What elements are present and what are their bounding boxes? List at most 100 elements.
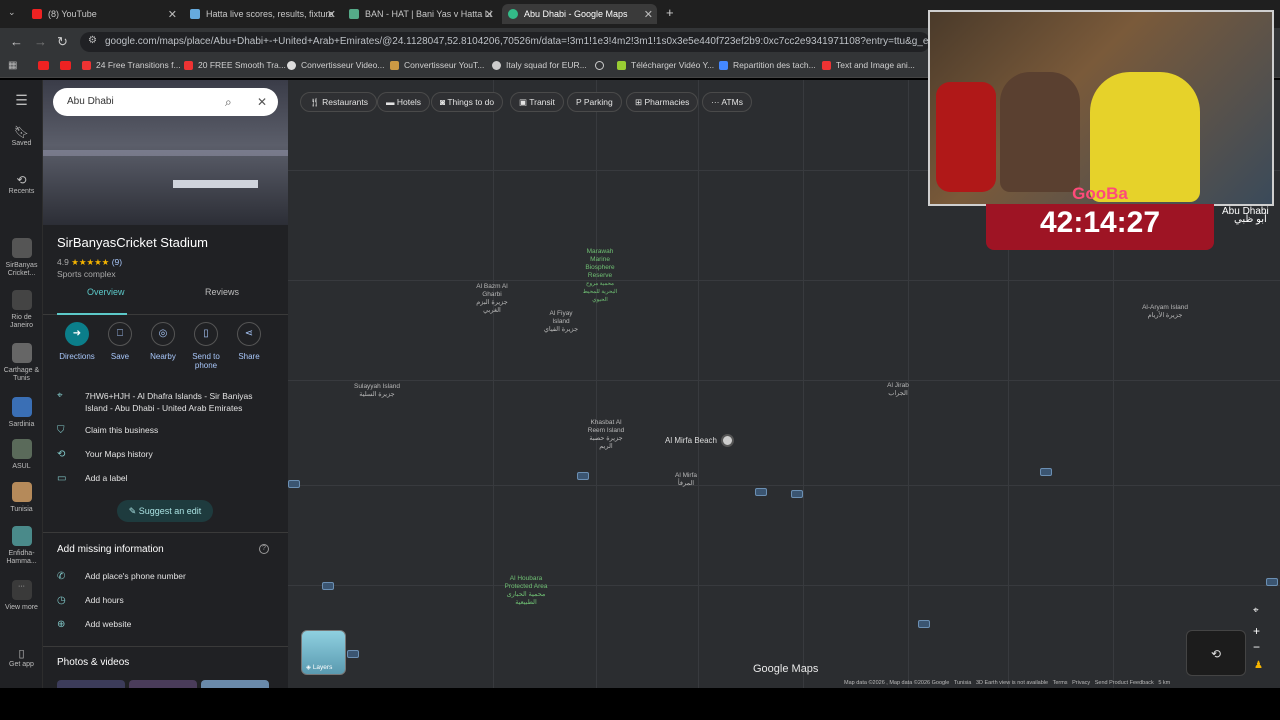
- rail-recents[interactable]: ⟲ Recents: [0, 174, 43, 196]
- map-label-sulayyah[interactable]: Sulayyah Island جزيرة السلية: [352, 383, 402, 399]
- back-arrow-icon[interactable]: ←: [10, 34, 23, 49]
- bookmark-item[interactable]: Italy squad for EUR...: [492, 60, 587, 70]
- photo-thumbnail[interactable]: [201, 680, 269, 688]
- bookmark-item[interactable]: Repartition des tach...: [719, 60, 816, 70]
- maps-history-row[interactable]: ⟲ Your Maps history: [57, 449, 277, 460]
- bookmark-item[interactable]: Convertisseur YouT...: [390, 60, 484, 70]
- layers-button[interactable]: ◈ Layers: [301, 630, 346, 675]
- rail-recent-place[interactable]: ASUL: [0, 439, 43, 471]
- send-to-phone-button[interactable]: ▯ Send to phone: [186, 322, 226, 370]
- rail-recent-place[interactable]: Rio de Janeiro: [0, 290, 43, 330]
- chip-things-to-do[interactable]: ◙ Things to do: [431, 92, 504, 112]
- rail-recent-place[interactable]: Carthage & Tunis: [0, 343, 43, 383]
- chip-restaurants[interactable]: 🍴︎ Restaurants: [300, 92, 377, 112]
- label-text: Sulayyah Island: [354, 383, 400, 390]
- street-view-pegman-icon[interactable]: ♟: [1254, 660, 1263, 671]
- chip-pharmacies[interactable]: ⊞ Pharmacies: [626, 92, 699, 112]
- apps-grid-icon[interactable]: ▦: [8, 60, 17, 71]
- youtube-bookmark-icon[interactable]: [38, 61, 49, 70]
- share-button[interactable]: ⋖ Share: [229, 322, 269, 361]
- phone-icon: ▯: [18, 648, 25, 660]
- road-shield-icon: [347, 650, 359, 658]
- more-dots-icon: ···: [11, 580, 32, 600]
- my-location-icon[interactable]: ⌖: [1253, 605, 1259, 616]
- rail-recent-place[interactable]: Enfidha-Hamma...: [0, 526, 43, 566]
- url-text: google.com/maps/place/Abu+Dhabi+-+United…: [105, 36, 930, 47]
- rail-view-more[interactable]: ··· View more: [0, 580, 43, 612]
- close-tab-icon[interactable]: ✕: [327, 8, 336, 21]
- photo-thumbnail[interactable]: [57, 680, 125, 688]
- map-label-al-fiyay[interactable]: Al Fiyay Island جزيرة الفياي: [540, 310, 582, 334]
- reload-icon[interactable]: ↻: [57, 34, 68, 50]
- add-hours-row[interactable]: ◷ Add hours: [57, 595, 277, 606]
- rail-get-app[interactable]: ▯ Get app: [0, 648, 43, 669]
- map-place-pin-icon[interactable]: [721, 434, 734, 447]
- bookmark-item[interactable]: 20 FREE Smooth Tra...: [184, 60, 286, 70]
- directions-button[interactable]: ➜ Directions: [57, 322, 97, 361]
- close-icon[interactable]: ✕: [257, 88, 267, 116]
- tab-reviews[interactable]: Reviews: [205, 287, 239, 297]
- search-input[interactable]: Abu Dhabi ⌕ ✕: [53, 88, 278, 116]
- rotate-view-icon[interactable]: ⟲: [1186, 630, 1246, 676]
- zoom-in-icon[interactable]: +: [1253, 624, 1260, 638]
- chip-hotels[interactable]: ▬ Hotels: [377, 92, 430, 112]
- globe-bookmark-icon[interactable]: [595, 61, 604, 70]
- help-icon[interactable]: ?: [259, 544, 269, 554]
- chip-atms[interactable]: ··· ATMs: [702, 92, 752, 112]
- tab-overview[interactable]: Overview: [87, 287, 125, 297]
- save-button[interactable]: ⎕ Save: [100, 322, 140, 361]
- rail-recent-place[interactable]: SirBanyas Cricket...: [0, 238, 43, 278]
- bookmark-label: Convertisseur Video...: [301, 60, 385, 70]
- chip-transit[interactable]: ▣ Transit: [510, 92, 564, 112]
- close-tab-icon[interactable]: ✕: [168, 8, 177, 21]
- suggest-edit-button[interactable]: ✎ Suggest an edit: [117, 500, 213, 522]
- map-label-khasbat[interactable]: Khasbat Al Reem Island جزيرة حصبة الريم: [583, 419, 629, 451]
- add-website-row[interactable]: ⊕ Add website: [57, 619, 277, 630]
- chip-label: Parking: [583, 97, 613, 107]
- map-label-al-mirfa-beach[interactable]: Al Mirfa Beach: [656, 437, 726, 445]
- youtube-bookmark-icon[interactable]: [60, 61, 71, 70]
- tab-google-maps[interactable]: Abu Dhabi - Google Maps ✕: [502, 4, 657, 24]
- url-field[interactable]: google.com/maps/place/Abu+Dhabi+-+United…: [80, 32, 930, 52]
- menu-icon[interactable]: ☰: [0, 93, 43, 107]
- zoom-out-icon[interactable]: −: [1253, 640, 1260, 654]
- docs-bookmark-icon: [719, 60, 728, 70]
- bookmark-item[interactable]: 24 Free Transitions f...: [82, 60, 181, 70]
- new-tab-plus-icon[interactable]: +: [666, 5, 674, 20]
- map-label-abu-dhabi[interactable]: Abu Dhabi أبو ظبي: [1222, 207, 1278, 225]
- bookmark-item[interactable]: Télécharger Vidéo Y...: [617, 60, 714, 70]
- label-text-ar: جزيرة البزم الغربي: [476, 299, 508, 314]
- rail-label: Carthage & Tunis: [3, 367, 40, 382]
- close-tab-icon[interactable]: ✕: [485, 8, 494, 21]
- address-row[interactable]: ⌖ 7HW6+HJH - Al Dhafra Islands - Sir Bani…: [57, 390, 277, 414]
- chip-parking[interactable]: P Parking: [567, 92, 622, 112]
- bookmark-item[interactable]: Convertisseur Video...: [287, 60, 384, 70]
- rail-saved[interactable]: 🔖︎ Saved: [0, 126, 43, 148]
- bookmark-item[interactable]: Text and Image ani...: [822, 60, 915, 70]
- tab-search-chevron-icon[interactable]: ⌄: [8, 7, 16, 18]
- chip-label: Pharmacies: [644, 97, 690, 107]
- close-tab-icon[interactable]: ✕: [644, 8, 653, 21]
- tab-ban-hat[interactable]: BAN - HAT | Bani Yas v Hatta Li ✕: [343, 4, 498, 24]
- tab-hatta-scores[interactable]: Hatta live scores, results, fixture ✕: [184, 4, 340, 24]
- review-count[interactable]: (9): [112, 257, 122, 267]
- nearby-button[interactable]: ◎ Nearby: [143, 322, 183, 361]
- rail-recent-place[interactable]: Tunisia: [0, 482, 43, 514]
- rail-recent-place[interactable]: Sardinia: [0, 397, 43, 429]
- forward-arrow-icon[interactable]: →: [34, 34, 47, 49]
- map-label-al-jirab[interactable]: Al Jirab الجراب: [876, 382, 920, 398]
- map-attribution[interactable]: Map data ©2026 , Map data ©2026 Google T…: [844, 680, 1280, 686]
- map-label-al-bazm[interactable]: Al Bazm Al Gharbi جزيرة البزم الغربي: [470, 283, 514, 315]
- photo-thumbnail[interactable]: [129, 680, 197, 688]
- claim-business-row[interactable]: ⛉ Claim this business: [57, 425, 277, 436]
- map-label-al-houbara[interactable]: Al Houbara Protected Area محمية الحبارى ا…: [495, 575, 557, 607]
- search-icon[interactable]: ⌕: [225, 88, 232, 116]
- rating-line: 4.9 ★★★★★ (9): [57, 257, 122, 268]
- map-label-al-mirfa[interactable]: Al Mirfa المرفأ: [664, 472, 708, 488]
- tab-youtube[interactable]: (8) YouTube ✕: [26, 4, 181, 24]
- add-label-row[interactable]: ▭ Add a label: [57, 473, 277, 484]
- map-label-al-aryam[interactable]: Al-Aryam Island جزيرة الأريام: [1140, 304, 1190, 320]
- map-label-marawah[interactable]: Marawah Marine Biosphere Reserve محمية مر…: [578, 248, 622, 304]
- add-phone-row[interactable]: ✆ Add place's phone number: [57, 571, 277, 582]
- site-info-icon[interactable]: ⚙: [88, 35, 97, 46]
